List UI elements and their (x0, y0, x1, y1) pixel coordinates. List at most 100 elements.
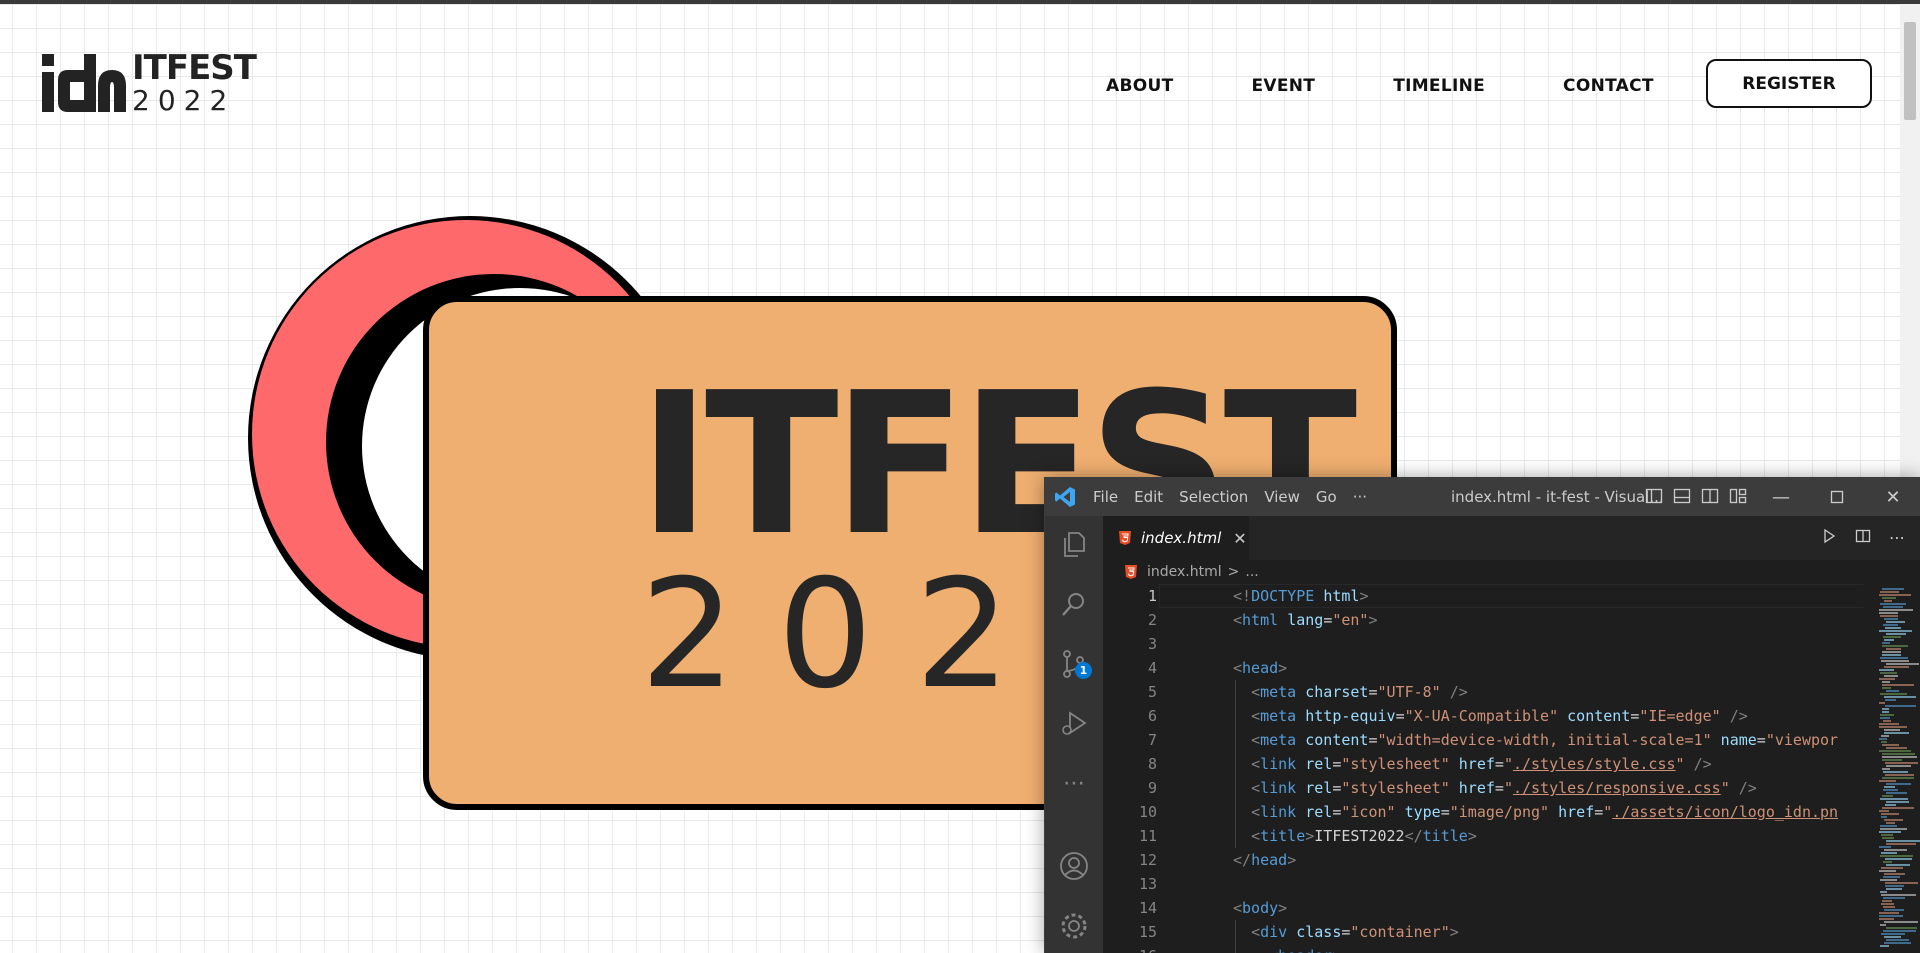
account-icon[interactable] (1058, 850, 1090, 882)
minimap-line (1879, 912, 1899, 914)
minimap-line (1884, 600, 1892, 602)
close-window-icon[interactable]: ✕ (1865, 478, 1920, 516)
breadcrumb-separator: > (1227, 564, 1240, 580)
more-views-icon[interactable]: ⋯ (1058, 768, 1090, 800)
nav-about[interactable]: ABOUT (1106, 76, 1173, 96)
source-control-badge: 1 (1075, 662, 1092, 679)
more-actions-icon[interactable]: ⋯ (1887, 528, 1907, 548)
minimap-line (1881, 903, 1894, 905)
minimap-line (1883, 906, 1895, 908)
minimap-line (1879, 810, 1889, 812)
minimap-line (1886, 888, 1902, 890)
minimap-line (1884, 909, 1904, 911)
minimap-line (1879, 846, 1891, 848)
nav-event[interactable]: EVENT (1251, 76, 1315, 96)
minimap-line (1879, 738, 1887, 740)
code-line: 1 <!DOCTYPE html> (1103, 584, 1863, 608)
minimap-line (1879, 750, 1911, 752)
line-number: 12 (1138, 851, 1157, 869)
minimap-line (1886, 801, 1909, 803)
nav-timeline[interactable]: TIMELINE (1393, 76, 1485, 96)
code-line: 8 <link rel="stylesheet" href="./styles/… (1103, 752, 1863, 776)
minimap-line (1881, 933, 1905, 935)
minimap-line (1880, 798, 1908, 800)
minimap-line (1882, 777, 1914, 779)
main-nav: ABOUT EVENT TIMELINE CONTACT (1106, 76, 1732, 96)
menu-selection[interactable]: Selection (1179, 488, 1248, 506)
minimap-line (1881, 741, 1887, 743)
split-editor-icon[interactable] (1853, 528, 1873, 548)
code-text: <meta charset="UTF-8" /> (1251, 683, 1468, 701)
minimap-line (1886, 663, 1919, 665)
customize-layout-icon[interactable] (1729, 487, 1747, 505)
scrollbar-thumb[interactable] (1904, 22, 1916, 120)
minimap-line (1882, 684, 1914, 686)
minimap-line (1882, 795, 1893, 797)
minimap-line (1885, 705, 1916, 707)
minimap-line (1884, 666, 1909, 668)
minimap-line (1886, 864, 1910, 866)
minimap-line (1884, 729, 1900, 731)
minimap-line (1880, 603, 1906, 605)
settings-gear-icon[interactable] (1058, 910, 1090, 942)
line-number: 1 (1147, 587, 1157, 605)
minimap-line (1882, 645, 1908, 647)
minimap-line (1882, 642, 1890, 644)
line-number: 13 (1138, 875, 1157, 893)
minimap-line (1883, 861, 1892, 863)
minimap-line (1879, 918, 1894, 920)
minimap-line (1883, 624, 1898, 626)
code-line: 3 (1103, 632, 1863, 656)
minimap-line (1885, 774, 1914, 776)
minimap-line (1879, 669, 1894, 671)
menu-file[interactable]: File (1093, 488, 1118, 506)
minimap-line (1880, 891, 1887, 893)
line-number: 10 (1138, 803, 1157, 821)
code-text: <link rel="stylesheet" href="./styles/st… (1251, 755, 1712, 773)
minimap-line (1879, 780, 1896, 782)
source-control-icon[interactable]: 1 (1058, 648, 1092, 680)
minimap-line (1886, 783, 1911, 785)
site-logo[interactable]: ITFEST 2022 (40, 50, 257, 120)
toggle-secondary-sidebar-icon[interactable] (1701, 487, 1719, 505)
code-text: <html lang="en"> (1233, 611, 1378, 629)
code-line: 6 <meta http-equiv="X-UA-Compatible" con… (1103, 704, 1863, 728)
breadcrumb-file[interactable]: index.html (1147, 564, 1222, 580)
run-file-icon[interactable] (1819, 528, 1839, 548)
menu-edit[interactable]: Edit (1134, 488, 1163, 506)
close-tab-icon[interactable]: ✕ (1233, 529, 1246, 548)
minimap-line (1884, 675, 1898, 677)
code-line: 7 <meta content="width=device-width, ini… (1103, 728, 1863, 752)
toggle-panel-icon[interactable] (1673, 487, 1691, 505)
register-button[interactable]: REGISTER (1706, 59, 1872, 108)
code-line: 4 <head> (1103, 656, 1863, 680)
minimap-line (1879, 726, 1907, 728)
minimap-line (1883, 897, 1905, 899)
minimap[interactable] (1877, 584, 1920, 953)
window-title: index.html - it-fest - Visual... (1451, 488, 1664, 506)
minimap-line (1879, 915, 1903, 917)
minimap-line (1879, 702, 1885, 704)
code-editor[interactable]: 1 <!DOCTYPE html> 2 <html lang="en"> 3 4 <head… (1103, 584, 1863, 953)
run-debug-icon[interactable] (1058, 708, 1090, 740)
tab-index-html[interactable]: index.html ✕ (1103, 516, 1249, 560)
minimap-line (1882, 744, 1899, 746)
minimap-line (1879, 678, 1895, 680)
nav-contact[interactable]: CONTACT (1563, 76, 1654, 96)
line-number: 5 (1147, 683, 1157, 701)
search-icon[interactable] (1058, 588, 1090, 620)
minimap-line (1882, 681, 1890, 683)
toggle-primary-sidebar-icon[interactable] (1645, 487, 1663, 505)
line-number: 2 (1147, 611, 1157, 629)
minimap-line (1882, 759, 1902, 761)
menu-more[interactable]: ··· (1353, 488, 1367, 506)
maximize-icon[interactable] (1809, 478, 1865, 516)
minimap-line (1883, 771, 1908, 773)
breadcrumb-symbols[interactable]: ... (1245, 564, 1258, 580)
minimize-icon[interactable]: — (1753, 478, 1809, 516)
menu-go[interactable]: Go (1316, 488, 1337, 506)
explorer-icon[interactable] (1058, 528, 1090, 560)
minimap-line (1885, 885, 1904, 887)
code-line: 14 <body> (1103, 896, 1863, 920)
menu-view[interactable]: View (1264, 488, 1300, 506)
